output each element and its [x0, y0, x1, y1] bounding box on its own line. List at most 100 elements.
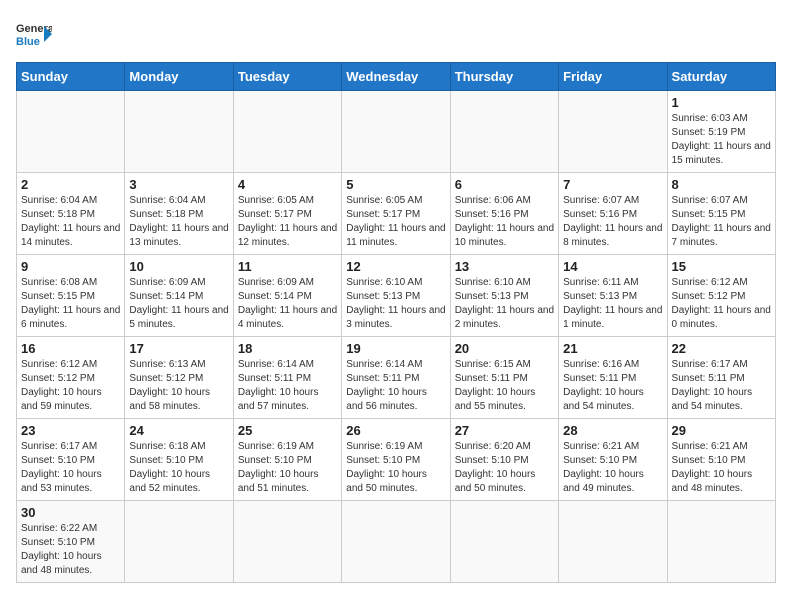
- calendar-day-cell: [233, 91, 341, 173]
- calendar-day-cell: [342, 501, 450, 583]
- calendar-day-cell: 13Sunrise: 6:10 AM Sunset: 5:13 PM Dayli…: [450, 255, 558, 337]
- day-number: 16: [21, 341, 120, 356]
- calendar-day-cell: 16 Sunrise: 6:12 AM Sunset: 5:12 PM Dayli…: [17, 337, 125, 419]
- calendar-day-cell: [17, 91, 125, 173]
- logo: General Blue: [16, 16, 52, 52]
- calendar-day-cell: 18Sunrise: 6:14 AM Sunset: 5:11 PM Dayli…: [233, 337, 341, 419]
- calendar-day-cell: 5Sunrise: 6:05 AM Sunset: 5:17 PM Daylig…: [342, 173, 450, 255]
- calendar-day-cell: [450, 501, 558, 583]
- day-number: 23: [21, 423, 120, 438]
- weekday-header: Thursday: [450, 63, 558, 91]
- calendar-day-cell: 14 Sunrise: 6:11 AM Sunset: 5:13 PM Dayli…: [559, 255, 667, 337]
- day-info: Sunrise: 6:12 AM Sunset: 5:12 PM Dayligh…: [21, 358, 120, 414]
- day-info: Sunrise: 6:12 AM Sunset: 5:12 PM Dayligh…: [672, 276, 771, 332]
- day-number: 9: [21, 259, 120, 274]
- day-info: Sunrise: 6:09 AM Sunset: 5:14 PM Dayligh…: [238, 276, 337, 332]
- day-info: Sunrise: 6:03 AM Sunset: 5:19 PM Dayligh…: [672, 112, 771, 168]
- svg-text:Blue: Blue: [16, 36, 40, 48]
- weekday-header: Wednesday: [342, 63, 450, 91]
- calendar-day-cell: [559, 501, 667, 583]
- calendar-day-cell: 10Sunrise: 6:09 AM Sunset: 5:14 PM Dayli…: [125, 255, 233, 337]
- day-info: Sunrise: 6:16 AM Sunset: 5:11 PM Dayligh…: [563, 358, 662, 414]
- day-number: 29: [672, 423, 771, 438]
- day-info: Sunrise: 6:04 AM Sunset: 5:18 PM Dayligh…: [21, 194, 120, 250]
- day-info: Sunrise: 6:05 AM Sunset: 5:17 PM Dayligh…: [238, 194, 337, 250]
- calendar-day-cell: 2Sunrise: 6:04 AM Sunset: 5:18 PM Daylig…: [17, 173, 125, 255]
- day-info: Sunrise: 6:14 AM Sunset: 5:11 PM Dayligh…: [346, 358, 445, 414]
- page-header: General Blue: [16, 16, 776, 52]
- weekday-header-row: SundayMondayTuesdayWednesdayThursdayFrid…: [17, 63, 776, 91]
- calendar-day-cell: 9Sunrise: 6:08 AM Sunset: 5:15 PM Daylig…: [17, 255, 125, 337]
- day-number: 17: [129, 341, 228, 356]
- calendar-day-cell: 11 Sunrise: 6:09 AM Sunset: 5:14 PM Dayli…: [233, 255, 341, 337]
- calendar-day-cell: 3Sunrise: 6:04 AM Sunset: 5:18 PM Daylig…: [125, 173, 233, 255]
- day-number: 12: [346, 259, 445, 274]
- day-info: Sunrise: 6:07 AM Sunset: 5:16 PM Dayligh…: [563, 194, 662, 250]
- calendar-day-cell: 12 Sunrise: 6:10 AM Sunset: 5:13 PM Dayli…: [342, 255, 450, 337]
- calendar-week-row: 2Sunrise: 6:04 AM Sunset: 5:18 PM Daylig…: [17, 173, 776, 255]
- day-info: Sunrise: 6:22 AM Sunset: 5:10 PM Dayligh…: [21, 522, 120, 578]
- day-info: Sunrise: 6:07 AM Sunset: 5:15 PM Dayligh…: [672, 194, 771, 250]
- calendar-day-cell: [342, 91, 450, 173]
- day-number: 28: [563, 423, 662, 438]
- day-info: Sunrise: 6:09 AM Sunset: 5:14 PM Dayligh…: [129, 276, 228, 332]
- day-info: Sunrise: 6:15 AM Sunset: 5:11 PM Dayligh…: [455, 358, 554, 414]
- day-number: 11: [238, 259, 337, 274]
- calendar-day-cell: [667, 501, 775, 583]
- calendar-day-cell: 29 Sunrise: 6:21 AM Sunset: 5:10 PM Dayli…: [667, 419, 775, 501]
- calendar-week-row: 16 Sunrise: 6:12 AM Sunset: 5:12 PM Dayli…: [17, 337, 776, 419]
- day-info: Sunrise: 6:10 AM Sunset: 5:13 PM Dayligh…: [346, 276, 445, 332]
- day-number: 3: [129, 177, 228, 192]
- day-info: Sunrise: 6:20 AM Sunset: 5:10 PM Dayligh…: [455, 440, 554, 496]
- day-info: Sunrise: 6:21 AM Sunset: 5:10 PM Dayligh…: [672, 440, 771, 496]
- calendar-week-row: 9Sunrise: 6:08 AM Sunset: 5:15 PM Daylig…: [17, 255, 776, 337]
- day-info: Sunrise: 6:10 AM Sunset: 5:13 PM Dayligh…: [455, 276, 554, 332]
- calendar-day-cell: 24 Sunrise: 6:18 AM Sunset: 5:10 PM Dayli…: [125, 419, 233, 501]
- calendar-day-cell: 4 Sunrise: 6:05 AM Sunset: 5:17 PM Daylig…: [233, 173, 341, 255]
- day-info: Sunrise: 6:17 AM Sunset: 5:11 PM Dayligh…: [672, 358, 771, 414]
- day-number: 30: [21, 505, 120, 520]
- day-number: 14: [563, 259, 662, 274]
- day-number: 4: [238, 177, 337, 192]
- day-number: 8: [672, 177, 771, 192]
- day-number: 24: [129, 423, 228, 438]
- calendar-day-cell: 30 Sunrise: 6:22 AM Sunset: 5:10 PM Dayli…: [17, 501, 125, 583]
- calendar-day-cell: [233, 501, 341, 583]
- weekday-header: Friday: [559, 63, 667, 91]
- day-number: 7: [563, 177, 662, 192]
- calendar-day-cell: 17 Sunrise: 6:13 AM Sunset: 5:12 PM Dayli…: [125, 337, 233, 419]
- calendar-day-cell: 1 Sunrise: 6:03 AM Sunset: 5:19 PM Daylig…: [667, 91, 775, 173]
- day-number: 27: [455, 423, 554, 438]
- calendar-day-cell: 15Sunrise: 6:12 AM Sunset: 5:12 PM Dayli…: [667, 255, 775, 337]
- calendar-day-cell: 21 Sunrise: 6:16 AM Sunset: 5:11 PM Dayli…: [559, 337, 667, 419]
- calendar-table: SundayMondayTuesdayWednesdayThursdayFrid…: [16, 62, 776, 583]
- day-number: 5: [346, 177, 445, 192]
- day-info: Sunrise: 6:17 AM Sunset: 5:10 PM Dayligh…: [21, 440, 120, 496]
- calendar-week-row: 23 Sunrise: 6:17 AM Sunset: 5:10 PM Dayli…: [17, 419, 776, 501]
- weekday-header: Saturday: [667, 63, 775, 91]
- weekday-header: Tuesday: [233, 63, 341, 91]
- calendar-day-cell: 19 Sunrise: 6:14 AM Sunset: 5:11 PM Dayli…: [342, 337, 450, 419]
- calendar-day-cell: 7 Sunrise: 6:07 AM Sunset: 5:16 PM Daylig…: [559, 173, 667, 255]
- calendar-week-row: 30 Sunrise: 6:22 AM Sunset: 5:10 PM Dayli…: [17, 501, 776, 583]
- day-info: Sunrise: 6:11 AM Sunset: 5:13 PM Dayligh…: [563, 276, 662, 332]
- calendar-day-cell: [125, 91, 233, 173]
- day-number: 22: [672, 341, 771, 356]
- day-number: 19: [346, 341, 445, 356]
- day-number: 21: [563, 341, 662, 356]
- calendar-week-row: 1 Sunrise: 6:03 AM Sunset: 5:19 PM Daylig…: [17, 91, 776, 173]
- day-info: Sunrise: 6:14 AM Sunset: 5:11 PM Dayligh…: [238, 358, 337, 414]
- calendar-day-cell: [125, 501, 233, 583]
- calendar-day-cell: 23 Sunrise: 6:17 AM Sunset: 5:10 PM Dayli…: [17, 419, 125, 501]
- day-info: Sunrise: 6:18 AM Sunset: 5:10 PM Dayligh…: [129, 440, 228, 496]
- calendar-day-cell: 8 Sunrise: 6:07 AM Sunset: 5:15 PM Daylig…: [667, 173, 775, 255]
- day-info: Sunrise: 6:06 AM Sunset: 5:16 PM Dayligh…: [455, 194, 554, 250]
- calendar-day-cell: [450, 91, 558, 173]
- day-info: Sunrise: 6:21 AM Sunset: 5:10 PM Dayligh…: [563, 440, 662, 496]
- calendar-day-cell: 26Sunrise: 6:19 AM Sunset: 5:10 PM Dayli…: [342, 419, 450, 501]
- day-number: 1: [672, 95, 771, 110]
- calendar-day-cell: 20Sunrise: 6:15 AM Sunset: 5:11 PM Dayli…: [450, 337, 558, 419]
- logo-icon: General Blue: [16, 16, 52, 52]
- day-info: Sunrise: 6:13 AM Sunset: 5:12 PM Dayligh…: [129, 358, 228, 414]
- day-info: Sunrise: 6:19 AM Sunset: 5:10 PM Dayligh…: [346, 440, 445, 496]
